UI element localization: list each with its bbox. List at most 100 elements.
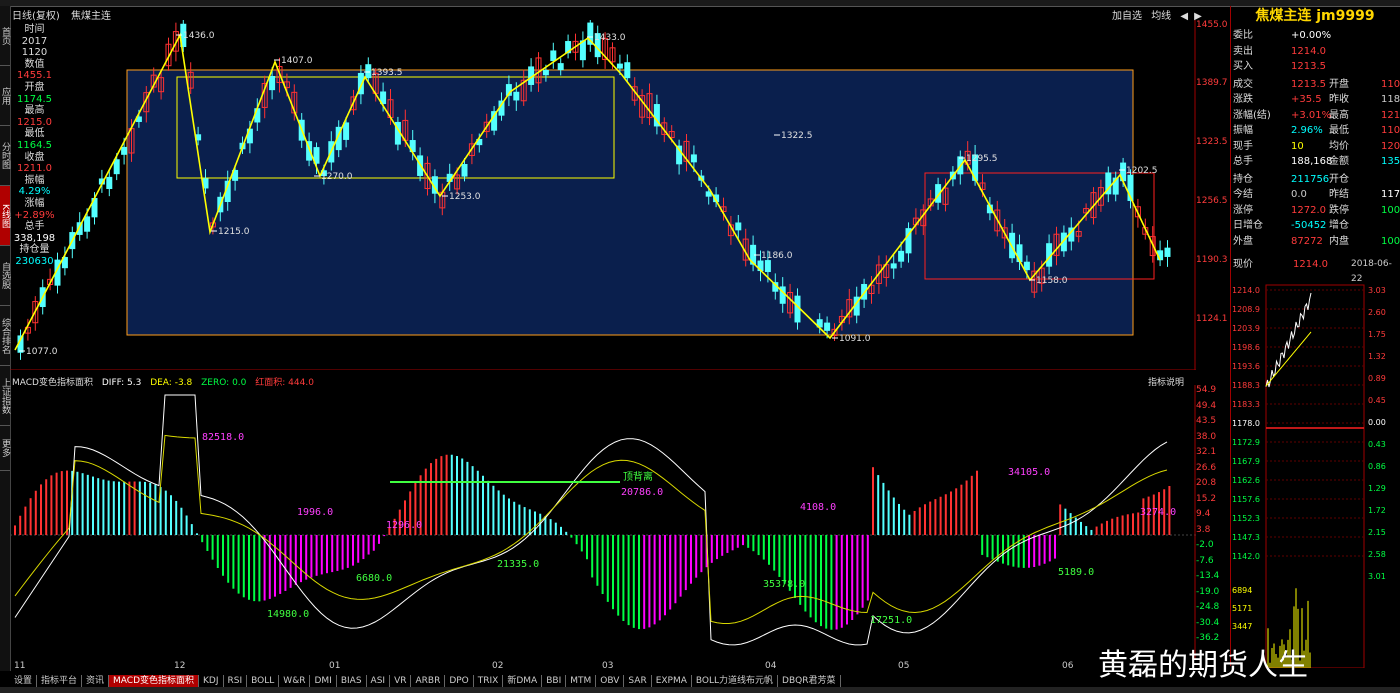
indicator-tab[interactable]: W&R bbox=[279, 675, 311, 687]
candle bbox=[824, 322, 831, 331]
left-tab-2[interactable]: 分时图 bbox=[0, 126, 10, 186]
mini-price-tick: 1162.6 bbox=[1232, 476, 1260, 485]
left-tab-7[interactable]: 更多 bbox=[0, 426, 10, 471]
mini-pct-tick: 2.60 bbox=[1368, 308, 1386, 317]
quote-value: 110 bbox=[1381, 125, 1400, 136]
indicator-tab[interactable]: VR bbox=[390, 675, 412, 687]
macd-area-label: 21335.0 bbox=[497, 559, 539, 570]
mini-pct-tick: 3.03 bbox=[1368, 286, 1386, 295]
macd-tick: -13.4 bbox=[1196, 571, 1220, 581]
mini-price-tick: 1193.6 bbox=[1232, 362, 1260, 371]
price-tick: 1323.5 bbox=[1196, 137, 1228, 147]
quote-label: 现手 bbox=[1233, 140, 1253, 152]
quote-label: 金额 bbox=[1329, 156, 1349, 167]
date-tick: 02 bbox=[492, 661, 504, 671]
quote-value: 2.96% bbox=[1291, 125, 1323, 136]
mini-price-tick: 1214.0 bbox=[1232, 286, 1260, 295]
quote-title: 焦煤主连 jm9999 bbox=[1255, 8, 1375, 24]
macd-area-label: 1996.0 bbox=[297, 507, 333, 518]
candle bbox=[121, 146, 128, 155]
quote-label: 开盘 bbox=[1329, 78, 1349, 90]
indicator-tab[interactable]: DBQR君芳菜 bbox=[778, 675, 841, 687]
indicator-tab[interactable]: BIAS bbox=[337, 675, 367, 687]
price-annotation: 1077.0 bbox=[26, 347, 58, 357]
candle bbox=[1023, 261, 1030, 271]
candle bbox=[690, 154, 697, 163]
left-tab-0[interactable]: 首页 bbox=[0, 6, 10, 66]
left-tab-1[interactable]: 应用 bbox=[0, 66, 10, 126]
intraday-chart[interactable]: 1214.0 1208.9 1203.9 1198.6 1193.6 1188.3 1183… bbox=[1232, 268, 1400, 668]
indicator-tab[interactable]: DMI bbox=[310, 675, 337, 687]
quote-value: 110 bbox=[1381, 78, 1400, 90]
quote-label: 涨幅(结) bbox=[1233, 109, 1271, 121]
quote-label: 日增仓 bbox=[1233, 220, 1263, 231]
indicator-tab[interactable]: OBV bbox=[596, 675, 625, 687]
mini-pct-tick: 1.29 bbox=[1368, 484, 1386, 493]
indicator-tab[interactable]: 设置 bbox=[10, 675, 38, 687]
indicator-tab[interactable]: DPO bbox=[445, 675, 474, 687]
kline-chart[interactable]: 1436.0 1407.0 1393.5 1433.0 1322.5 1295.5 1202… bbox=[10, 20, 1196, 370]
indicator-tab[interactable]: ARBR bbox=[411, 675, 446, 687]
macd-chart[interactable]: 顶背离 82518.0 1996.0 1296.0 6680.0 14980.0 21335… bbox=[10, 385, 1196, 660]
mini-price-tick: 1178.0 bbox=[1232, 419, 1260, 428]
candle bbox=[106, 176, 113, 190]
mini-pct-tick: 0.86 bbox=[1368, 462, 1386, 471]
mini-price-tick: 1198.6 bbox=[1232, 343, 1260, 352]
macd-tick: 43.5 bbox=[1196, 416, 1217, 426]
indicator-tab[interactable]: BOLL bbox=[247, 675, 280, 687]
macd-area-label: 35378.0 bbox=[763, 579, 805, 590]
quote-label: 今结 bbox=[1233, 189, 1253, 200]
left-tab-5[interactable]: 综合排名 bbox=[0, 306, 10, 366]
indicator-tab[interactable]: 指标平台 bbox=[37, 675, 83, 687]
price-annotation: 1322.5 bbox=[781, 131, 813, 141]
mini-price-tick: 1147.3 bbox=[1232, 533, 1260, 542]
left-tab-6[interactable]: 上证指数 bbox=[0, 366, 10, 426]
indicator-tab[interactable]: 资讯 bbox=[82, 675, 110, 687]
indicator-tab[interactable]: BOLL力道线布元帆 bbox=[692, 675, 779, 687]
indicator-tab[interactable]: TRIX bbox=[474, 675, 504, 687]
macd-area-label: 20786.0 bbox=[621, 487, 663, 498]
quote-value: 1272.0 bbox=[1291, 204, 1326, 216]
quote-row: 涨停 1272.0 跌停 100 bbox=[1233, 203, 1400, 218]
indicator-tab[interactable]: RSI bbox=[224, 675, 248, 687]
quote-label: 跌停 bbox=[1329, 204, 1349, 216]
diff-line bbox=[14, 394, 1168, 646]
mini-price-tick: 1167.9 bbox=[1232, 457, 1260, 466]
quote-value: 135.0 bbox=[1381, 156, 1400, 167]
quote-label: 总手 bbox=[1233, 156, 1253, 167]
indicator-tab[interactable]: SAR bbox=[624, 675, 652, 687]
indicator-tab[interactable]: MTM bbox=[566, 675, 597, 687]
quote-row: 涨跌 +35.5 昨收 118 bbox=[1233, 92, 1400, 107]
quote-label: 涨停 bbox=[1233, 204, 1253, 216]
mini-pct-tick: 0.00 bbox=[1368, 418, 1386, 427]
macd-axis: 54.9 49.4 43.5 38.0 32.1 26.6 20.8 15.2 9.4 3.8 -2… bbox=[1196, 385, 1230, 660]
quote-row: 外盘 87272 内盘 1008 bbox=[1233, 234, 1400, 249]
price-annotation: 1186.0 bbox=[761, 251, 793, 261]
indicator-tab[interactable]: KDJ bbox=[199, 675, 224, 687]
mini-price-tick: 1152.3 bbox=[1232, 514, 1260, 523]
indicator-tab[interactable]: 新DMA bbox=[503, 675, 543, 687]
candle bbox=[624, 62, 631, 79]
price-annotation: 1091.0 bbox=[839, 334, 871, 344]
dea-line bbox=[14, 434, 1168, 624]
price-annotation: 1393.5 bbox=[371, 68, 403, 78]
indicator-tab[interactable]: EXPMA bbox=[652, 675, 692, 687]
price-annotation: 1295.5 bbox=[966, 154, 998, 164]
quote-label: 外盘 bbox=[1233, 235, 1253, 247]
left-tab-3[interactable]: K线图 bbox=[0, 186, 10, 246]
indicator-tab[interactable]: MACD变色指标面积 bbox=[109, 675, 200, 687]
indicator-tab[interactable]: ASI bbox=[367, 675, 391, 687]
mini-price-tick: 1157.6 bbox=[1232, 495, 1260, 504]
mini-price-tick: 1142.0 bbox=[1232, 552, 1260, 561]
quote-value: 0.0 bbox=[1291, 189, 1307, 200]
candle bbox=[550, 50, 557, 62]
left-tab-4[interactable]: 自选股 bbox=[0, 246, 10, 306]
macd-area-label: 82518.0 bbox=[202, 432, 244, 443]
quote-label: 昨收 bbox=[1329, 94, 1349, 105]
quote-value: 87272 bbox=[1291, 235, 1323, 247]
quote-value: 121 bbox=[1381, 109, 1400, 121]
indicator-tab[interactable]: BBI bbox=[542, 675, 567, 687]
price-tick: 1124.1 bbox=[1196, 314, 1228, 324]
macd-area-label: 1296.0 bbox=[386, 520, 422, 531]
quote-row: 持仓 211756 开仓 bbox=[1233, 172, 1400, 187]
